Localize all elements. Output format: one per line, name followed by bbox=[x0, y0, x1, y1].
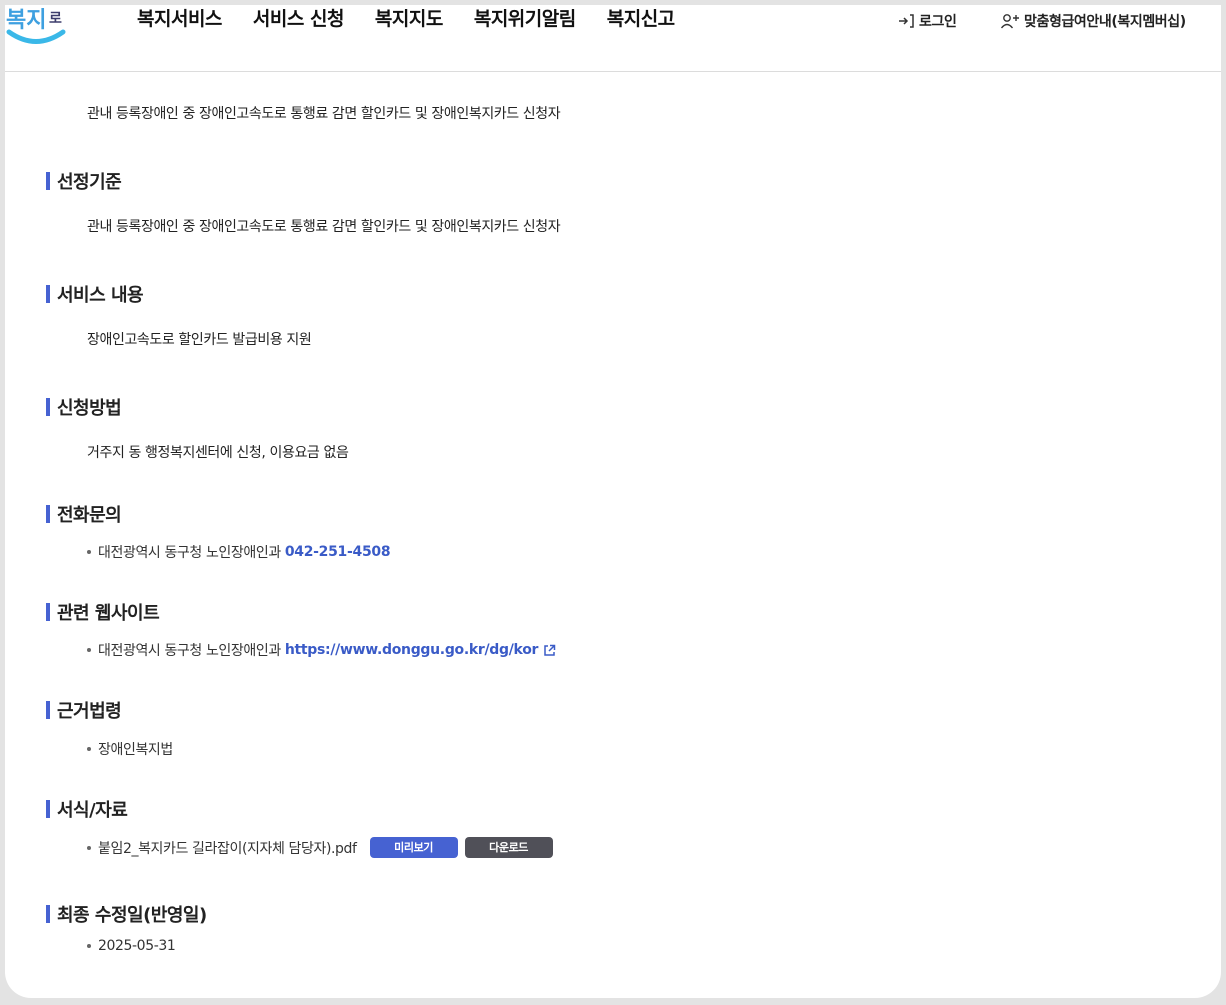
site-logo[interactable]: 복지 로 bbox=[5, 5, 67, 47]
criteria-text: 관내 등록장애인 중 장애인고속도로 통행료 감면 할인카드 및 장애인복지카드… bbox=[87, 219, 561, 235]
updated-date: 2025-05-31 bbox=[98, 938, 176, 954]
section-title-service: 서비스 내용 bbox=[46, 284, 144, 306]
website-org: 대전광역시 동구청 노인장애인과 bbox=[98, 643, 281, 659]
nav-welfare-report[interactable]: 복지신고 bbox=[607, 5, 675, 35]
section-marker bbox=[46, 285, 50, 303]
svg-text:로: 로 bbox=[49, 11, 62, 27]
website-link[interactable]: https://www.donggu.go.kr/dg/kor bbox=[285, 642, 539, 658]
section-title-updated: 최종 수정일(반영일) bbox=[46, 904, 207, 926]
nav-service-apply[interactable]: 서비스 신청 bbox=[253, 5, 345, 35]
bullet-dot bbox=[87, 550, 91, 554]
nav-welfare-services[interactable]: 복지서비스 bbox=[137, 5, 222, 35]
section-marker bbox=[46, 505, 50, 523]
section-marker bbox=[46, 701, 50, 719]
login-link[interactable]: 로그인 bbox=[897, 11, 957, 31]
page-frame: 복지 로 복지서비스 서비스 신청 복지지도 복지위기알림 복지신고 로그인 맞… bbox=[5, 5, 1221, 998]
membership-link[interactable]: 맞춤형급여안내(복지멤버십) bbox=[1000, 11, 1186, 31]
phone-number-link[interactable]: 042-251-4508 bbox=[285, 544, 391, 560]
section-marker bbox=[46, 905, 50, 923]
login-label: 로그인 bbox=[919, 14, 957, 30]
svg-text:복지: 복지 bbox=[6, 8, 46, 33]
section-marker bbox=[46, 603, 50, 621]
section-title-phone: 전화문의 bbox=[46, 504, 122, 526]
phone-org: 대전광역시 동구청 노인장애인과 bbox=[98, 545, 281, 561]
site-header: 복지 로 복지서비스 서비스 신청 복지지도 복지위기알림 복지신고 로그인 맞… bbox=[5, 5, 1221, 72]
download-button[interactable]: 다운로드 bbox=[464, 837, 553, 858]
method-text: 거주지 동 행정복지센터에 신청, 이용요금 없음 bbox=[87, 445, 349, 461]
membership-label: 맞춤형급여안내(복지멤버십) bbox=[1024, 14, 1186, 30]
section-marker bbox=[46, 172, 50, 190]
bullet-dot bbox=[87, 845, 91, 850]
bullet-dot bbox=[87, 648, 91, 652]
list-item: 대전광역시 동구청 노인장애인과 https://www.donggu.go.k… bbox=[87, 640, 556, 660]
list-item: 2025-05-31 bbox=[87, 938, 176, 954]
service-text: 장애인고속도로 할인카드 발급비용 지원 bbox=[87, 332, 312, 348]
section-title-method: 신청방법 bbox=[46, 397, 122, 419]
section-title-forms: 서식/자료 bbox=[46, 799, 128, 821]
preview-button[interactable]: 미리보기 bbox=[369, 837, 458, 858]
section-title-website: 관련 웹사이트 bbox=[46, 602, 160, 624]
bullet-dot bbox=[87, 944, 91, 948]
login-icon bbox=[899, 14, 914, 28]
external-link-icon[interactable] bbox=[543, 644, 556, 657]
law-item: 장애인복지법 bbox=[98, 742, 173, 758]
user-plus-icon bbox=[1000, 14, 1019, 29]
form-file-name: 붙임2_복지카드 길라잡이(지자체 담당자).pdf bbox=[98, 840, 357, 857]
list-item: 장애인복지법 bbox=[87, 739, 173, 759]
target-text: 관내 등록장애인 중 장애인고속도로 통행료 감면 할인카드 및 장애인복지카드… bbox=[87, 106, 561, 122]
bullet-dot bbox=[87, 747, 91, 751]
list-item: 붙임2_복지카드 길라잡이(지자체 담당자).pdf 미리보기 다운로드 bbox=[87, 837, 553, 858]
nav-crisis-alert[interactable]: 복지위기알림 bbox=[474, 5, 576, 35]
nav-welfare-map[interactable]: 복지지도 bbox=[375, 5, 443, 35]
section-title-law: 근거법령 bbox=[46, 700, 122, 722]
list-item: 대전광역시 동구청 노인장애인과 042-251-4508 bbox=[87, 542, 391, 562]
main-nav: 복지서비스 서비스 신청 복지지도 복지위기알림 복지신고 bbox=[137, 5, 706, 35]
section-title-criteria: 선정기준 bbox=[46, 171, 122, 193]
section-marker bbox=[46, 800, 50, 818]
section-marker bbox=[46, 398, 50, 416]
